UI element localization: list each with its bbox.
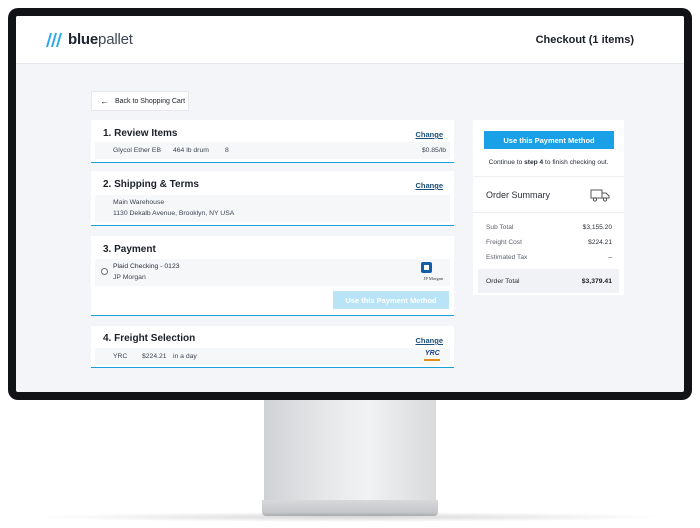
payment-method-row[interactable]: Plaid Checking - 0123 JP Morgan JP Morga…	[95, 259, 450, 286]
use-payment-method-button-disabled[interactable]: Use this Payment Method	[333, 291, 449, 309]
freight-carrier: YRC	[113, 353, 128, 360]
payment-underline	[91, 314, 454, 316]
arrow-left-icon: ←	[100, 96, 109, 106]
order-total-row: Order Total $3,379.41	[478, 269, 619, 293]
logo-text: bluepallet	[68, 31, 133, 48]
review-items-card: 1. Review Items Change Glycol Ether EB 4…	[91, 120, 454, 163]
estimated-tax-value: –	[608, 254, 612, 261]
radio-icon[interactable]	[101, 268, 108, 275]
order-total-label: Order Total	[486, 278, 520, 285]
review-underline	[91, 161, 454, 163]
payment-title: 3. Payment	[103, 244, 156, 255]
use-payment-method-button[interactable]: Use this Payment Method	[484, 131, 614, 149]
yrc-logo-text: YRC	[425, 350, 440, 357]
bluepallet-logo[interactable]: bluepallet	[44, 31, 133, 48]
shipping-location: Main Warehouse	[113, 199, 165, 206]
shipping-change-link[interactable]: Change	[415, 181, 443, 190]
order-summary-panel: Use this Payment Method Continue to step…	[473, 120, 624, 295]
back-to-cart-button[interactable]: ← Back to Shopping Cart	[91, 91, 189, 111]
freight-cost-label: Freight Cost	[486, 239, 522, 246]
freight-change-link[interactable]: Change	[415, 336, 443, 345]
freight-eta: in a day	[173, 353, 197, 360]
payment-account: Plaid Checking - 0123	[113, 263, 180, 270]
checkout-title: Checkout (1 items)	[535, 34, 634, 46]
item-qty: 8	[225, 147, 229, 154]
freight-row: YRC $224.21 in a day YRC	[95, 348, 450, 365]
estimated-tax-label: Estimated Tax	[486, 254, 528, 261]
shipping-title: 2. Shipping & Terms	[103, 179, 199, 190]
item-package: 464 lb drum	[173, 147, 209, 154]
freight-cost: $224.21	[142, 353, 167, 360]
shipping-address-row: Main Warehouse 1130 Dekalb Avenue, Brook…	[95, 195, 450, 222]
subtotal-value: $3,155.20	[582, 224, 612, 231]
review-items-title: 1. Review Items	[103, 128, 178, 139]
review-change-link[interactable]: Change	[415, 130, 443, 139]
shipping-underline	[91, 224, 454, 226]
item-name: Glycol Ether EB	[113, 147, 161, 154]
payment-card: 3. Payment Plaid Checking - 0123 JP Morg…	[91, 236, 454, 316]
order-total-value: $3,379.41	[581, 278, 612, 285]
subtotal-label: Sub Total	[486, 224, 514, 231]
freight-title: 4. Freight Selection	[103, 333, 196, 344]
chase-logo-icon	[421, 262, 432, 273]
monitor-stand	[264, 400, 436, 506]
payment-bank: JP Morgan	[113, 274, 146, 281]
freight-cost-value: $224.21	[588, 239, 612, 246]
monitor-frame: bluepallet Checkout (1 items) ← Back to …	[8, 8, 692, 400]
top-bar: bluepallet Checkout (1 items)	[16, 16, 684, 64]
freight-underline	[91, 366, 454, 368]
stand-shadow	[30, 512, 670, 522]
review-item-row: Glycol Ether EB 464 lb drum 8 $0.85/lb	[95, 142, 450, 159]
shipping-address: 1130 Dekalb Avenue, Brooklyn, NY USA	[113, 210, 235, 217]
app-screen: bluepallet Checkout (1 items) ← Back to …	[16, 16, 684, 392]
continue-hint: Continue to step 4 to finish checking ou…	[488, 159, 609, 166]
bluepallet-logo-icon	[46, 32, 62, 47]
freight-selection-card: 4. Freight Selection Change YRC $224.21 …	[91, 326, 454, 368]
summary-divider-2	[473, 212, 624, 213]
yrc-logo-icon: YRC	[424, 350, 440, 362]
summary-divider	[473, 176, 624, 177]
jp-morgan-logo-text: JP Morgan	[423, 276, 443, 281]
item-price: $0.85/lb	[421, 147, 446, 154]
order-summary-title: Order Summary	[486, 190, 551, 200]
back-button-label: Back to Shopping Cart	[115, 97, 186, 105]
truck-icon	[590, 189, 610, 202]
shipping-terms-card: 2. Shipping & Terms Change Main Warehous…	[91, 171, 454, 226]
